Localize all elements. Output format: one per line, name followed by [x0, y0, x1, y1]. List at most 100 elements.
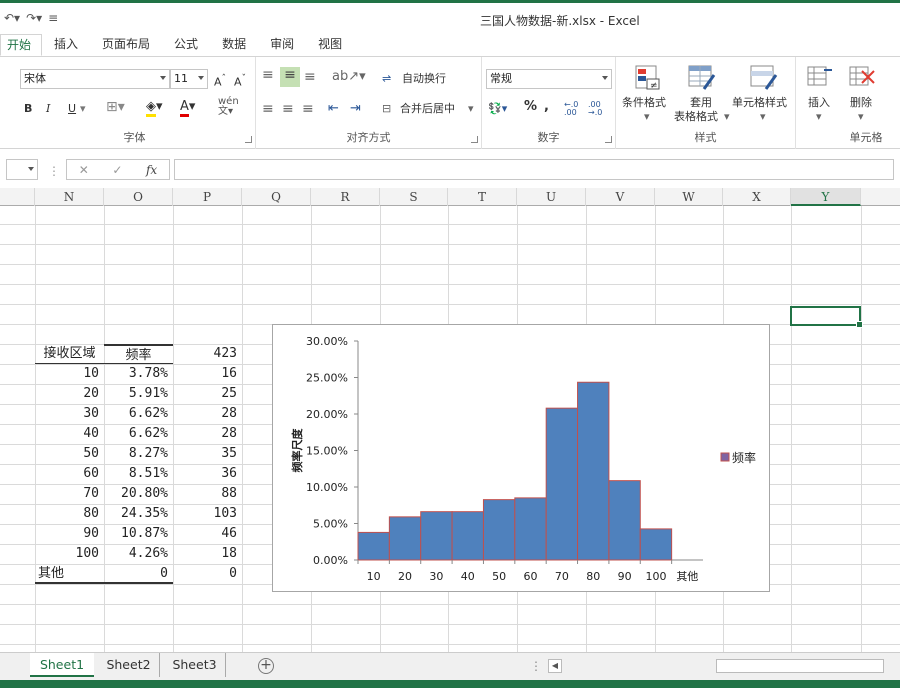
table-cell-count[interactable]: 35 [173, 444, 242, 464]
delete-cells-icon[interactable] [848, 65, 876, 91]
tab-review[interactable]: 审阅 [258, 34, 306, 56]
table-cell-bin[interactable]: 10 [35, 364, 104, 384]
comma-button[interactable]: , [544, 99, 549, 115]
column-header-u[interactable]: U [517, 188, 586, 206]
tab-view[interactable]: 视图 [306, 34, 354, 56]
tab-data[interactable]: 数据 [210, 34, 258, 56]
column-header-v[interactable]: V [586, 188, 655, 206]
column-header-p[interactable]: P [173, 188, 242, 206]
percent-button[interactable]: % [524, 99, 537, 115]
font-dialog-launcher-icon[interactable] [245, 136, 252, 143]
align-bottom-icon[interactable]: ≡ [304, 69, 316, 85]
merge-center-button[interactable]: 合并后居中 [400, 101, 455, 117]
borders-icon[interactable]: ⊞▾ [106, 99, 125, 115]
table-cell-frequency[interactable]: 0 [104, 564, 173, 584]
tab-formulas[interactable]: 公式 [162, 34, 210, 56]
sheet-tab-sheet3[interactable]: Sheet3 [164, 653, 226, 677]
merge-center-icon[interactable]: ⊟ [382, 101, 391, 117]
grow-font-icon[interactable]: Aˆ [214, 71, 226, 91]
tab-insert[interactable]: 插入 [42, 34, 90, 56]
sheet-tab-sheet1[interactable]: Sheet1 [30, 653, 94, 677]
sheet-tab-sheet2[interactable]: Sheet2 [98, 653, 160, 677]
alignment-dialog-launcher-icon[interactable] [471, 136, 478, 143]
table-cell-bin[interactable]: 20 [35, 384, 104, 404]
worksheet-grid[interactable]: 接收区域 频率 423 10 3.78% 16 20 5.91% 25 30 6.62% 28 4… [0, 206, 900, 652]
decrease-indent-icon[interactable]: ⇤ [328, 101, 339, 117]
column-header-s[interactable]: S [380, 188, 448, 206]
table-cell-bin[interactable]: 60 [35, 464, 104, 484]
align-right-icon[interactable]: ≡ [302, 101, 314, 117]
add-sheet-icon[interactable]: + [258, 658, 274, 674]
undo-icon[interactable]: ↶▾ [4, 11, 20, 25]
tab-splitter-icon[interactable]: ⋮ [530, 659, 542, 673]
conditional-format-icon[interactable]: ≠ [634, 65, 662, 91]
bold-button[interactable]: B [24, 101, 32, 117]
fill-color-icon[interactable]: ◈▾ [146, 99, 163, 117]
table-cell-bin[interactable]: 100 [35, 544, 104, 564]
table-cell-bin[interactable]: 40 [35, 424, 104, 444]
table-cell-bin[interactable]: 90 [35, 524, 104, 544]
underline-button[interactable]: U [68, 101, 76, 117]
column-header-partial[interactable] [0, 188, 35, 206]
insert-cells-icon[interactable] [806, 65, 834, 91]
increase-decimal-icon[interactable]: ←.0.00 [564, 101, 578, 117]
table-cell-frequency[interactable]: 20.80% [104, 484, 173, 504]
column-header-r[interactable]: R [311, 188, 380, 206]
number-format-select[interactable]: 常规 [486, 69, 612, 89]
insert-function-icon[interactable]: fx [146, 163, 157, 177]
align-left-icon[interactable]: ≡ [262, 101, 274, 117]
table-cell-bin[interactable]: 其他 [35, 564, 104, 584]
table-cell-count[interactable]: 18 [173, 544, 242, 564]
column-header-w[interactable]: W [655, 188, 723, 206]
formula-input[interactable] [174, 159, 894, 180]
formula-bar-splitter-icon[interactable]: ⋮ [48, 164, 60, 178]
confirm-icon[interactable]: ✓ [112, 163, 122, 177]
table-cell-count[interactable]: 28 [173, 404, 242, 424]
font-size-select[interactable]: 11 [170, 69, 208, 89]
table-cell-count[interactable]: 88 [173, 484, 242, 504]
phonetic-icon[interactable]: wén 文▾ [218, 97, 239, 117]
underline-dropdown-icon[interactable]: ▾ [80, 101, 86, 117]
table-cell-count[interactable]: 0 [173, 564, 242, 584]
wrap-text-icon[interactable]: ⇌ [382, 71, 391, 87]
table-header-count[interactable]: 423 [173, 344, 242, 364]
align-center-icon[interactable]: ≡ [282, 101, 294, 117]
active-cell-cursor[interactable] [790, 306, 863, 328]
table-cell-frequency[interactable]: 10.87% [104, 524, 173, 544]
column-header-q[interactable]: Q [242, 188, 311, 206]
column-header-x[interactable]: X [723, 188, 791, 206]
table-cell-frequency[interactable]: 6.62% [104, 404, 173, 424]
column-header-t[interactable]: T [448, 188, 517, 206]
column-header-partial-right[interactable] [861, 188, 900, 206]
decrease-decimal-icon[interactable]: .00 →.0 [588, 101, 602, 117]
table-cell-frequency[interactable]: 6.62% [104, 424, 173, 444]
accounting-format-icon[interactable]: 💱▾ [488, 101, 507, 117]
table-cell-count[interactable]: 25 [173, 384, 242, 404]
wrap-text-button[interactable]: 自动换行 [402, 71, 446, 87]
align-middle-icon[interactable]: ≡ [280, 67, 300, 87]
customize-qat-icon[interactable]: ≡ [48, 11, 58, 25]
table-cell-frequency[interactable]: 8.27% [104, 444, 173, 464]
increase-indent-icon[interactable]: ⇥ [350, 101, 361, 117]
table-cell-bin[interactable]: 80 [35, 504, 104, 524]
table-header-frequency[interactable]: 频率 [104, 344, 173, 364]
table-cell-frequency[interactable]: 4.26% [104, 544, 173, 564]
merge-dropdown-icon[interactable]: ▾ [468, 101, 474, 117]
table-cell-count[interactable]: 46 [173, 524, 242, 544]
table-cell-frequency[interactable]: 24.35% [104, 504, 173, 524]
horizontal-scrollbar[interactable] [716, 659, 884, 673]
table-cell-bin[interactable]: 50 [35, 444, 104, 464]
cell-styles-icon[interactable] [750, 65, 778, 91]
table-cell-frequency[interactable]: 5.91% [104, 384, 173, 404]
shrink-font-icon[interactable]: Aˇ [234, 71, 246, 91]
tab-home[interactable]: 开始 [0, 34, 43, 56]
table-header-bin[interactable]: 接收区域 [35, 344, 104, 364]
tab-page-layout[interactable]: 页面布局 [90, 34, 162, 56]
table-cell-count[interactable]: 28 [173, 424, 242, 444]
name-box[interactable] [6, 159, 38, 180]
table-cell-count[interactable]: 36 [173, 464, 242, 484]
table-cell-bin[interactable]: 30 [35, 404, 104, 424]
table-cell-frequency[interactable]: 8.51% [104, 464, 173, 484]
insert-cells-dropdown-icon[interactable]: ▾ [816, 109, 822, 125]
redo-icon[interactable]: ↷▾ [26, 11, 42, 25]
